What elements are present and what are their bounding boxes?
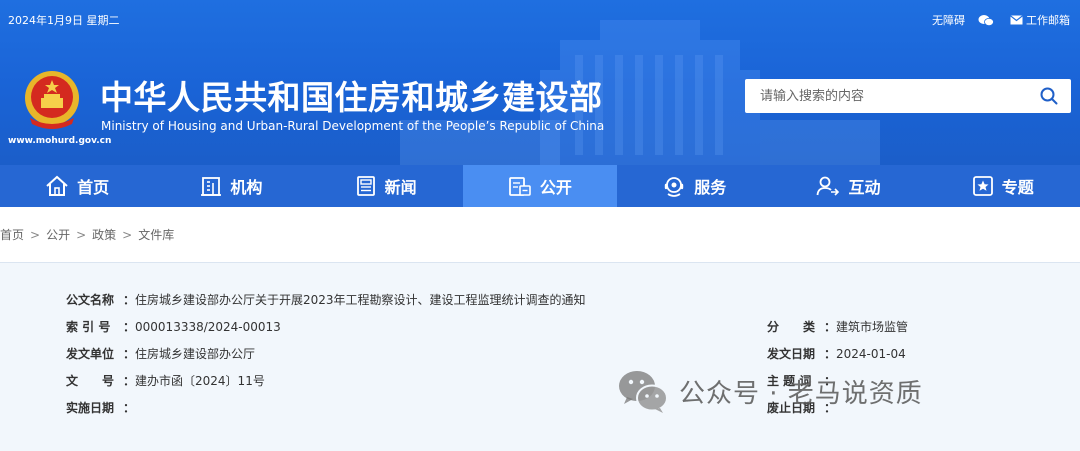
service-icon bbox=[664, 177, 684, 197]
search-button[interactable] bbox=[1027, 79, 1071, 113]
document-info-panel: 公文名称 ：住房城乡建设部办公厅关于开展2023年工程勘察设计、建设工程监理统计调… bbox=[0, 262, 1080, 451]
site-url[interactable]: www.mohurd.gov.cn bbox=[8, 136, 111, 146]
nav-service[interactable]: 服务 bbox=[617, 165, 771, 207]
nav-institution[interactable]: 机构 bbox=[154, 165, 308, 207]
doc-effective-label: 实施日期 bbox=[66, 401, 115, 415]
doc-name-value: 住房城乡建设部办公厅关于开展2023年工程勘察设计、建设工程监理统计调查的通知 bbox=[135, 293, 586, 307]
topbar-links: 无障碍 工作邮箱 bbox=[919, 12, 1070, 28]
site-title[interactable]: 中华人民共和国住房和城乡建设部 bbox=[100, 71, 603, 119]
doc-issuer-row: 发文单位 ：住房城乡建设部办公厅 bbox=[66, 347, 256, 361]
doc-date-row: 发文日期 ：2024-01-04 bbox=[767, 347, 906, 361]
doc-date-value: 2024-01-04 bbox=[836, 347, 906, 361]
national-emblem-icon[interactable] bbox=[22, 68, 82, 132]
special-icon bbox=[972, 176, 993, 196]
main-nav: 首页 机构 新闻 公开 服务 互动 专题 bbox=[0, 165, 1080, 207]
wechat-icon bbox=[619, 371, 668, 413]
watermark: 公众号 · 老马说资质 bbox=[617, 368, 923, 414]
doc-number-row: 文 号：建办市函〔2024〕11号 bbox=[66, 374, 265, 388]
current-date: 2024年1月9日 星期二 bbox=[8, 14, 120, 27]
nav-open[interactable]: 公开 bbox=[462, 165, 618, 207]
nav-news-label: 新闻 bbox=[384, 178, 417, 197]
home-icon bbox=[46, 175, 68, 196]
breadcrumb-file-library[interactable]: 文件库 bbox=[138, 228, 174, 242]
nav-home-label: 首页 bbox=[77, 178, 110, 197]
open-icon bbox=[509, 177, 531, 196]
mailbox-link[interactable]: 工作邮箱 bbox=[1010, 12, 1070, 28]
doc-index-value: 000013338/2024-00013 bbox=[135, 320, 281, 334]
breadcrumb-separator: > bbox=[30, 228, 41, 242]
news-icon bbox=[356, 176, 375, 196]
nav-institution-label: 机构 bbox=[230, 178, 263, 197]
search-bar bbox=[745, 79, 1071, 113]
doc-number-label: 文 号 bbox=[66, 374, 115, 388]
nav-interact[interactable]: 互动 bbox=[771, 165, 925, 207]
breadcrumb-home[interactable]: 首页 bbox=[0, 228, 24, 242]
doc-number-value: 建办市函〔2024〕11号 bbox=[135, 374, 265, 388]
search-icon bbox=[1040, 87, 1058, 105]
doc-effective-row: 实施日期： bbox=[66, 401, 136, 415]
site-header: 2024年1月9日 星期二 无障碍 工作邮箱 www.mohurd.gov.cn… bbox=[0, 0, 1080, 165]
nav-open-label: 公开 bbox=[539, 178, 572, 197]
doc-category-row: 分 类：建筑市场监管 bbox=[767, 320, 909, 334]
nav-home[interactable]: 首页 bbox=[0, 165, 154, 207]
interact-icon bbox=[817, 176, 840, 196]
nav-service-label: 服务 bbox=[694, 178, 727, 197]
site-title-en: Ministry of Housing and Urban-Rural Deve… bbox=[101, 119, 605, 133]
breadcrumb-separator: > bbox=[76, 228, 87, 242]
building-icon bbox=[201, 177, 222, 196]
nav-interact-label: 互动 bbox=[848, 178, 881, 197]
doc-index-row: 索 引 号：000013338/2024-00013 bbox=[66, 320, 281, 334]
mail-icon bbox=[1010, 15, 1023, 25]
accessibility-link[interactable]: 无障碍 bbox=[932, 12, 965, 28]
doc-issuer-value: 住房城乡建设部办公厅 bbox=[135, 347, 256, 361]
doc-category-label: 分 类 bbox=[767, 320, 816, 334]
watermark-text: 公众号 · 老马说资质 bbox=[679, 378, 923, 409]
doc-name-row: 公文名称 ：住房城乡建设部办公厅关于开展2023年工程勘察设计、建设工程监理统计调… bbox=[66, 293, 586, 307]
doc-index-label: 索 引 号 bbox=[66, 320, 111, 334]
wechat-icon bbox=[978, 14, 994, 26]
mailbox-label: 工作邮箱 bbox=[1026, 14, 1070, 27]
breadcrumb-policy[interactable]: 政策 bbox=[92, 228, 116, 242]
search-input[interactable] bbox=[745, 79, 1027, 113]
wechat-link[interactable] bbox=[978, 14, 997, 27]
nav-news[interactable]: 新闻 bbox=[309, 165, 463, 207]
breadcrumb-open[interactable]: 公开 bbox=[46, 228, 70, 242]
nav-special[interactable]: 专题 bbox=[926, 165, 1080, 207]
breadcrumb: 首页 > 公开 > 政策 > 文件库 bbox=[0, 226, 174, 243]
breadcrumb-separator: > bbox=[122, 228, 133, 242]
doc-category-value: 建筑市场监管 bbox=[836, 320, 909, 334]
doc-name-label: 公文名称 bbox=[66, 293, 115, 307]
doc-issuer-label: 发文单位 bbox=[66, 347, 115, 361]
nav-special-label: 专题 bbox=[1001, 178, 1034, 197]
doc-date-label: 发文日期 bbox=[767, 347, 816, 361]
